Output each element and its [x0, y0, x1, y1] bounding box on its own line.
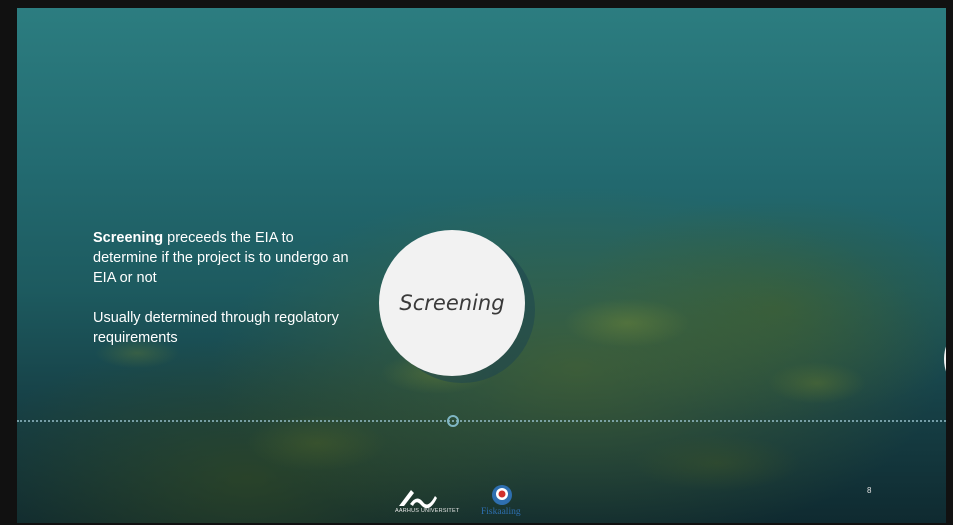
stage-circle-screening[interactable]: Screening [379, 230, 525, 376]
fiskaaling-name: Fiskaaling [481, 507, 521, 517]
slide-body-text: Screening preceeds the EIA to determine … [93, 228, 353, 368]
screening-regulatory-note: Usually determined through regolatory re… [93, 310, 339, 346]
footer-logos: AARHUS UNIVERSITET Fiskaaling [395, 480, 545, 520]
screening-description: Screening preceeds the EIA to determine … [93, 228, 353, 288]
aarhus-university-name: AARHUS UNIVERSITET [395, 508, 460, 514]
page-number: 8 [867, 486, 872, 495]
timeline-dotted-line [17, 420, 946, 424]
fiskaaling-logo-icon [492, 485, 512, 505]
stage-circle-label: Screening [399, 291, 505, 315]
timeline-node [447, 415, 459, 427]
aarhus-university-logo-icon [399, 490, 437, 509]
slide: Screening preceeds the EIA to determine … [0, 0, 953, 525]
screening-term: Screening [93, 230, 164, 246]
